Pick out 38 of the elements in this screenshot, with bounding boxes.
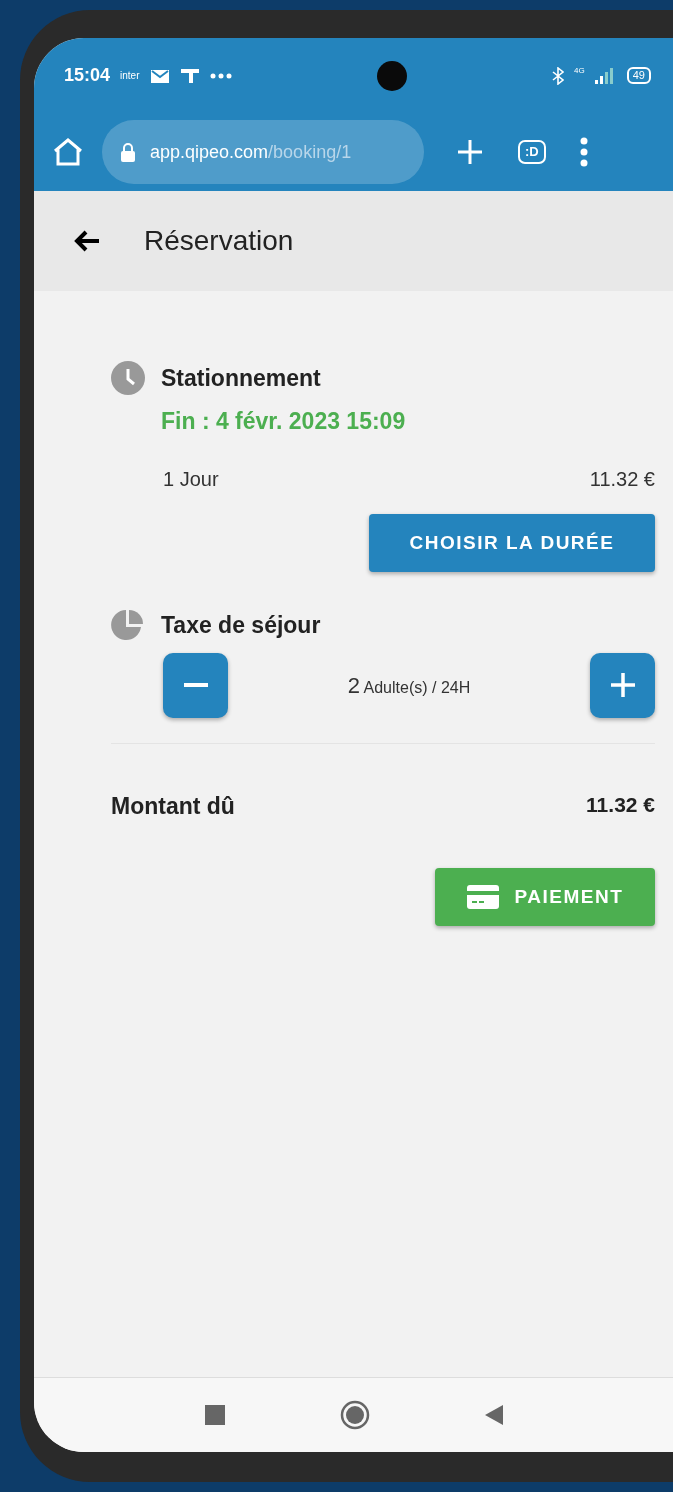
back-icon[interactable] — [484, 1405, 503, 1425]
lock-icon — [120, 142, 136, 162]
app-notification-icon — [179, 67, 200, 84]
carrier-label: inter — [120, 69, 140, 83]
home-button-icon[interactable] — [339, 1400, 370, 1430]
url-text: app.qipeo.com/booking/1 — [150, 140, 352, 164]
camera-hole — [376, 60, 407, 91]
back-arrow-icon[interactable] — [74, 230, 100, 252]
duration-text: 1 Jour — [163, 467, 219, 492]
increase-button[interactable] — [590, 652, 655, 718]
address-bar[interactable]: app.qipeo.com/booking/1 — [102, 120, 424, 184]
minus-icon — [183, 683, 208, 687]
more-dots-icon — [209, 72, 232, 79]
section-title: Taxe de séjour — [161, 611, 321, 640]
price-text: 11.32 € — [589, 467, 655, 492]
mail-icon — [149, 67, 170, 84]
amount-due-label: Montant dû — [111, 791, 235, 821]
new-tab-icon[interactable] — [456, 138, 484, 166]
choose-duration-button[interactable]: CHOISIR LA DURÉE — [369, 514, 655, 572]
recent-apps-icon[interactable] — [204, 1405, 225, 1425]
credit-card-icon — [466, 885, 499, 909]
clock: 15:04 — [64, 64, 111, 87]
bluetooth-icon — [552, 66, 565, 85]
network-label: 4G — [574, 64, 585, 77]
end-time-text: Fin : 4 févr. 2023 15:09 — [161, 406, 406, 436]
battery-indicator: 49 — [626, 67, 651, 84]
amount-due-value: 11.32 € — [586, 791, 655, 818]
plus-icon — [610, 673, 635, 697]
section-title: Stationnement — [161, 364, 322, 393]
decrease-button[interactable] — [163, 652, 228, 718]
pie-chart-icon — [111, 608, 145, 643]
clock-icon — [111, 361, 145, 395]
adult-count-text: 2 Adulte(s) / 24H — [347, 671, 471, 700]
tabs-button[interactable]: :D — [518, 140, 546, 164]
menu-icon[interactable] — [579, 137, 588, 167]
page-title: Réservation — [144, 224, 294, 258]
home-icon[interactable] — [52, 137, 84, 167]
payment-button[interactable]: PAIEMENT — [435, 868, 655, 926]
